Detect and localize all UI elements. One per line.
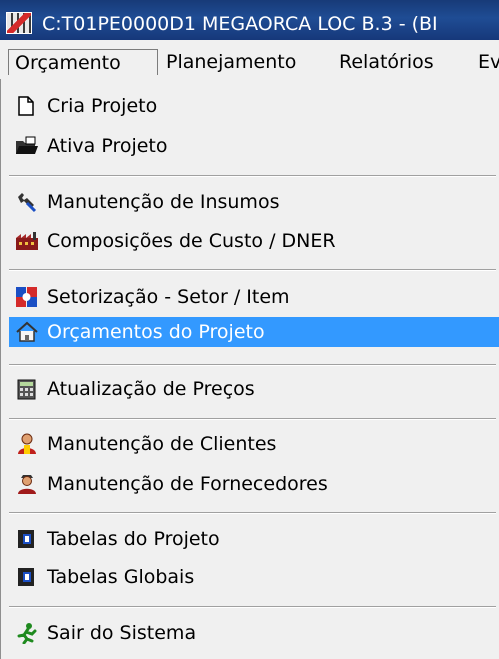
window-title: C:T01PE0000D1 MEGAORCA LOC B.3 - (BI bbox=[42, 13, 438, 35]
menu-item-label: Orçamentos do Projeto bbox=[47, 321, 265, 343]
menu-item-manutencao-insumos[interactable]: Manutenção de Insumos bbox=[9, 187, 499, 217]
menu-item-label: Tabelas Globais bbox=[47, 566, 195, 588]
table-book-icon bbox=[15, 528, 37, 550]
menu-relatorios[interactable]: Relatórios bbox=[333, 49, 440, 75]
menu-separator bbox=[9, 512, 496, 514]
menu-item-ativa-projeto[interactable]: Ativa Projeto bbox=[9, 131, 499, 161]
menu-item-label: Cria Projeto bbox=[47, 95, 158, 117]
menu-item-tabelas-globais[interactable]: Tabelas Globais bbox=[9, 562, 499, 592]
running-man-icon bbox=[15, 622, 37, 645]
factory-icon bbox=[15, 230, 38, 252]
menu-ev-label: Ev bbox=[478, 51, 499, 73]
menu-relatorios-label: Relatórios bbox=[339, 51, 434, 73]
menu-item-label: Atualização de Preços bbox=[47, 378, 255, 400]
menu-planejamento-label: Planejamento bbox=[166, 51, 297, 73]
menu-item-atualizacao-precos[interactable]: Atualização de Preços bbox=[9, 374, 499, 404]
menu-item-composicoes-custo[interactable]: Composições de Custo / DNER bbox=[9, 226, 499, 256]
calculator-icon bbox=[15, 378, 37, 400]
menu-item-label: Manutenção de Fornecedores bbox=[47, 473, 328, 495]
sector-icon bbox=[15, 286, 37, 308]
menu-item-label: Composições de Custo / DNER bbox=[47, 230, 336, 252]
menu-item-tabelas-projeto[interactable]: Tabelas do Projeto bbox=[9, 524, 499, 554]
menu-bar: Orçamento Planejamento Relatórios Ev bbox=[0, 40, 499, 80]
supplier-person-icon bbox=[15, 473, 37, 495]
menu-planejamento[interactable]: Planejamento bbox=[160, 49, 302, 75]
client-person-icon bbox=[15, 433, 37, 455]
menu-separator bbox=[9, 175, 496, 177]
menu-item-manutencao-clientes[interactable]: Manutenção de Clientes bbox=[9, 429, 499, 459]
table-book-icon bbox=[15, 566, 37, 588]
menu-item-label: Manutenção de Clientes bbox=[47, 433, 277, 455]
wrench-icon bbox=[15, 191, 37, 213]
menu-separator bbox=[9, 606, 496, 608]
menu-separator bbox=[9, 418, 496, 420]
open-folder-icon bbox=[15, 135, 38, 157]
menu-item-setorizacao[interactable]: Setorização - Setor / Item bbox=[9, 282, 499, 312]
menu-orcamento-label: Orçamento bbox=[15, 52, 121, 74]
menu-separator bbox=[9, 269, 496, 271]
menu-orcamento[interactable]: Orçamento bbox=[8, 49, 158, 75]
menu-separator bbox=[9, 364, 496, 366]
app-icon bbox=[6, 12, 32, 34]
title-bar: C:T01PE0000D1 MEGAORCA LOC B.3 - (BI bbox=[0, 0, 499, 40]
orcamento-dropdown-menu: Cria Projeto Ativa Projeto Manutenção de… bbox=[0, 79, 499, 659]
menu-item-orcamentos-projeto[interactable]: Orçamentos do Projeto bbox=[9, 317, 499, 347]
house-icon bbox=[15, 321, 38, 343]
menu-item-label: Manutenção de Insumos bbox=[47, 191, 280, 213]
menu-item-label: Ativa Projeto bbox=[47, 135, 168, 157]
menu-item-cria-projeto[interactable]: Cria Projeto bbox=[9, 91, 499, 121]
menu-item-label: Tabelas do Projeto bbox=[47, 528, 220, 550]
menu-item-label: Setorização - Setor / Item bbox=[47, 286, 290, 308]
menu-item-label: Sair do Sistema bbox=[47, 622, 197, 644]
menu-item-sair-sistema[interactable]: Sair do Sistema bbox=[9, 618, 499, 648]
menu-item-manutencao-fornecedores[interactable]: Manutenção de Fornecedores bbox=[9, 469, 499, 499]
new-document-icon bbox=[15, 95, 37, 117]
menu-ev[interactable]: Ev bbox=[472, 49, 499, 75]
